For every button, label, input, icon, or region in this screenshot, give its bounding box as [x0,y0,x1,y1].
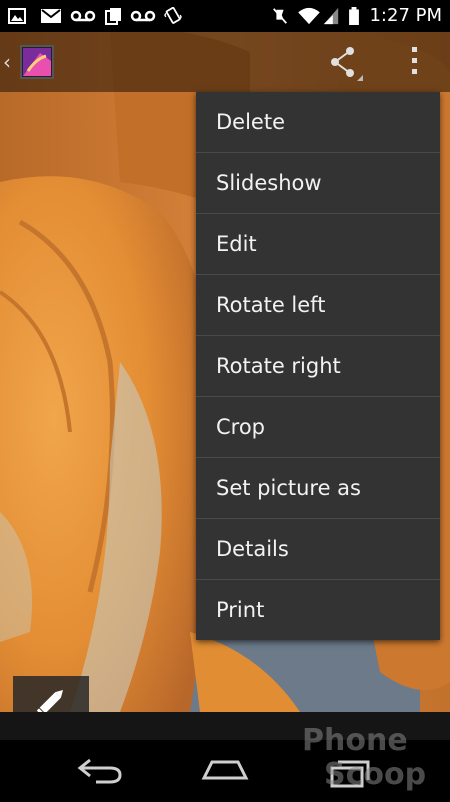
wifi-icon [298,7,320,25]
menu-item-rotate-right[interactable]: Rotate right [196,336,440,397]
svg-text:Scoop: Scoop [324,757,426,792]
menu-item-edit[interactable]: Edit [196,214,440,275]
menu-item-print[interactable]: Print [196,580,440,640]
overflow-menu: Delete Slideshow Edit Rotate left Rotate… [196,92,440,640]
menu-item-crop[interactable]: Crop [196,397,440,458]
overflow-menu-button[interactable] [408,45,422,81]
voicemail-icon [70,10,96,22]
share-icon [331,47,363,81]
up-caret[interactable]: ‹ [3,50,11,74]
gmail-icon [41,9,61,23]
share-button[interactable] [326,45,366,85]
overflow-menu-icon [412,47,417,74]
phonescoop-logo: Phone Scoop [302,723,426,792]
status-time: 1:27 PM [369,5,442,26]
menu-item-rotate-left[interactable]: Rotate left [196,275,440,336]
home-icon[interactable] [200,752,250,788]
menu-item-delete[interactable]: Delete [196,92,440,153]
status-bar: 1:27 PM [0,0,450,32]
vibrate-icon [164,7,182,24]
menu-item-slideshow[interactable]: Slideshow [196,153,440,214]
voicemail-icon-2 [130,10,156,22]
image-notification-icon [8,8,26,24]
gallery-thumbnail [23,48,51,76]
phonescoop-watermark: Phone Scoop [296,712,446,798]
menu-item-set-picture-as[interactable]: Set picture as [196,458,440,519]
menu-item-details[interactable]: Details [196,519,440,580]
battery-icon [349,7,359,25]
signal-icon [323,7,339,25]
action-bar [0,32,450,92]
svg-text:Phone: Phone [302,723,408,758]
gallery-app-icon[interactable] [20,45,54,79]
back-icon[interactable] [76,752,124,788]
mute-icon [273,8,287,24]
copy-notification-icon [105,8,121,25]
